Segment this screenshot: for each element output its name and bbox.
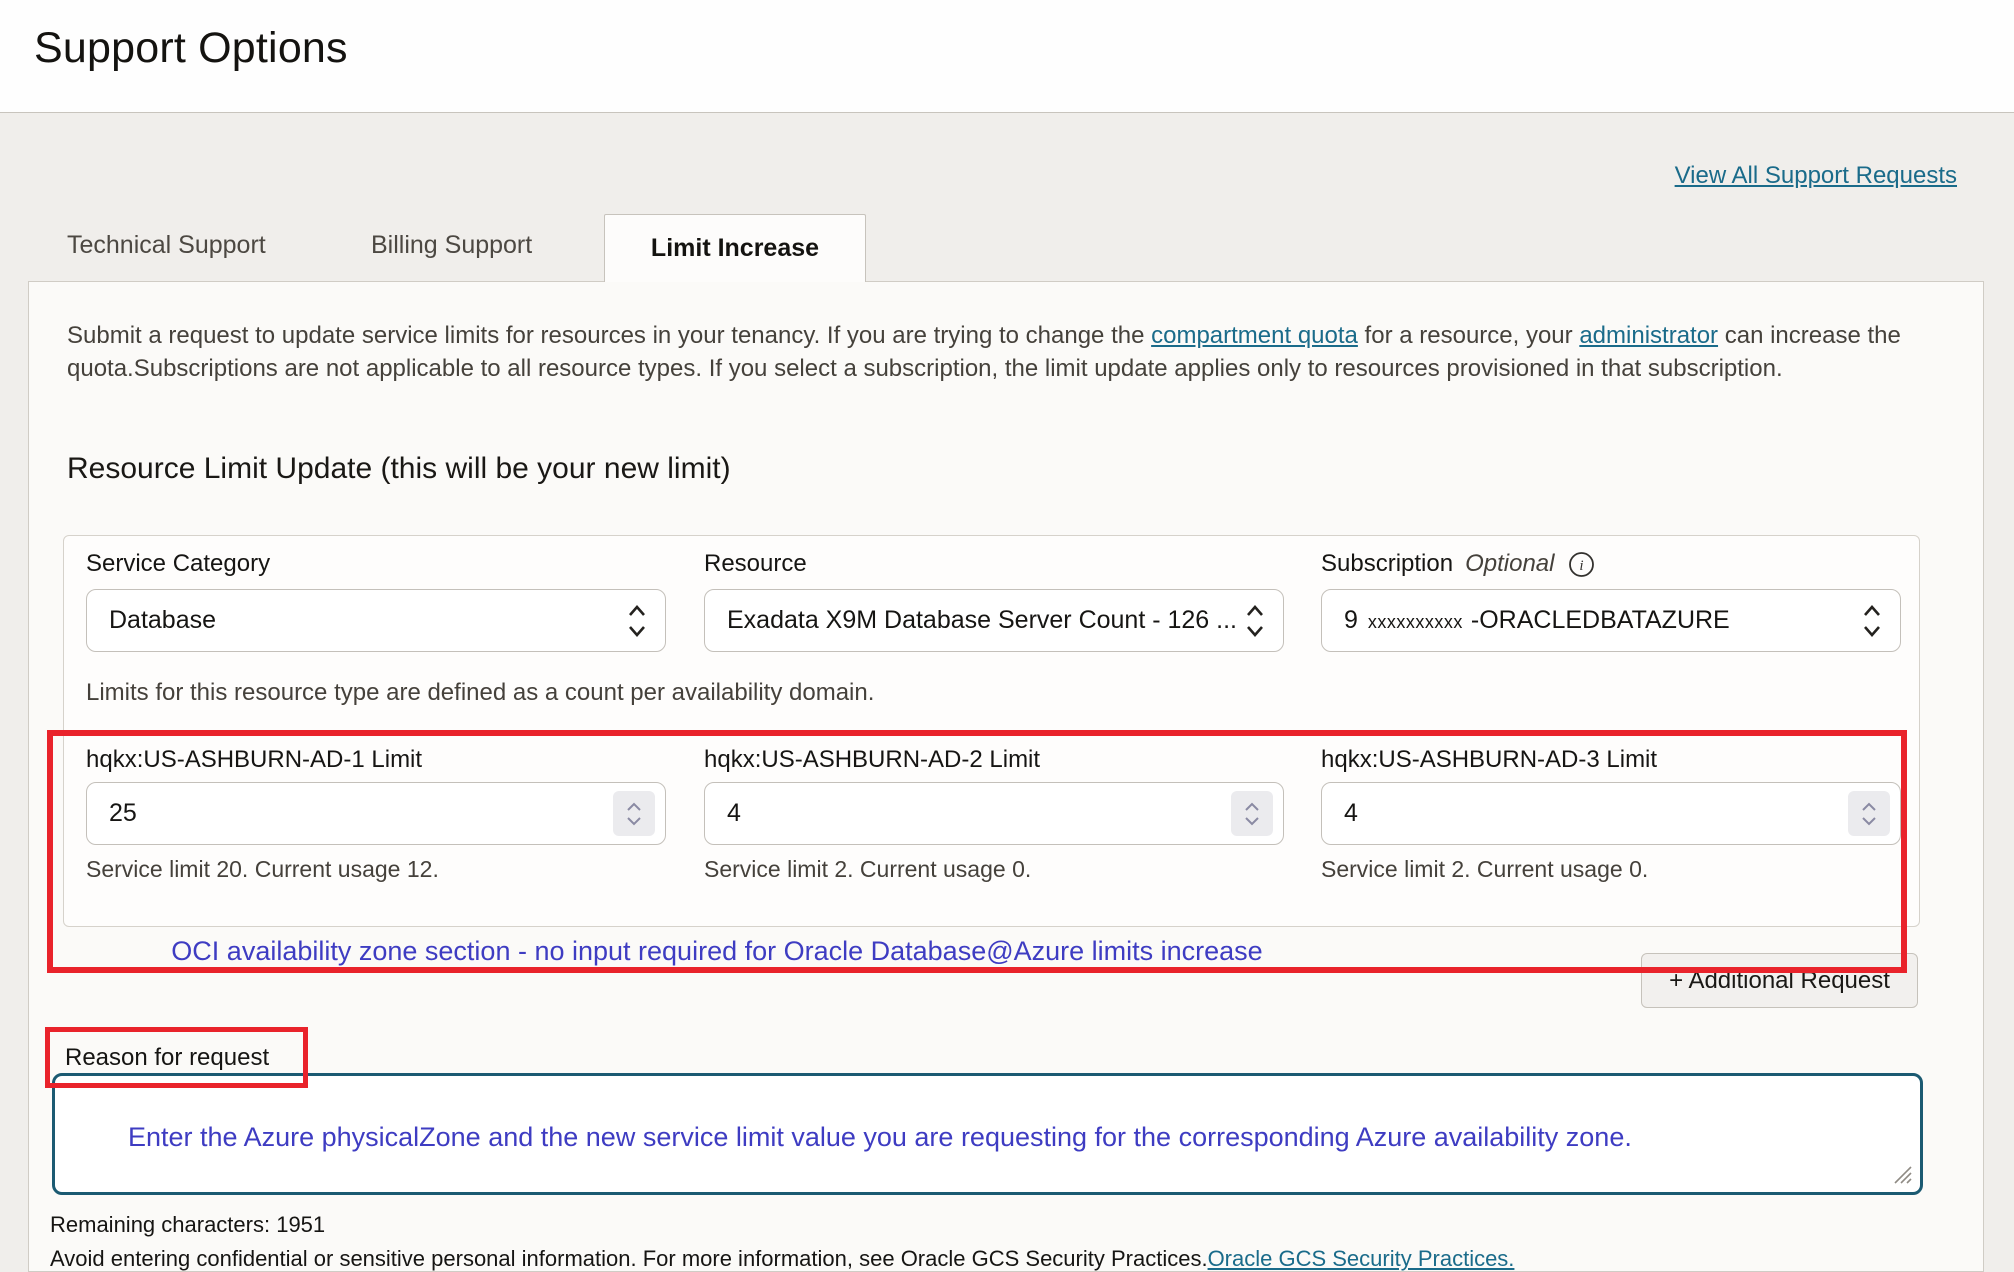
subscription-masked-id: xxxxxxxxxx (1358, 612, 1471, 632)
subscription-field: Subscription Optional i 9xxxxxxxxxx-ORAC… (1321, 550, 1901, 652)
subscription-select[interactable]: 9xxxxxxxxxx-ORACLEDBATAZURE (1321, 589, 1901, 652)
resource-value: Exadata X9M Database Server Count - 126 … (727, 606, 1245, 635)
svg-text:i: i (1580, 558, 1584, 574)
compartment-quota-link[interactable]: compartment quota (1151, 322, 1358, 349)
security-notice-text: Avoid entering confidential or sensitive… (50, 1246, 1208, 1271)
reason-textarea[interactable]: Enter the Azure physicalZone and the new… (55, 1076, 1920, 1192)
view-all-support-requests-link[interactable]: View All Support Requests (1675, 162, 1957, 190)
chevron-up-icon (1861, 802, 1877, 812)
gcs-security-practices-link[interactable]: Oracle GCS Security Practices. (1208, 1246, 1515, 1271)
intro-text-1: Submit a request to update service limit… (67, 322, 1151, 349)
ad1-limit-input[interactable]: 25 (86, 782, 666, 845)
administrator-link[interactable]: administrator (1579, 322, 1718, 349)
resource-field: Resource Exadata X9M Database Server Cou… (704, 550, 1284, 652)
subscription-label: Subscription (1321, 550, 1453, 578)
resource-limit-form: Service Category Database Resource Exada… (63, 535, 1920, 927)
chevron-down-icon (1861, 816, 1877, 826)
ad3-limit-help: Service limit 2. Current usage 0. (1321, 856, 1648, 883)
subscription-value: 9xxxxxxxxxx-ORACLEDBATAZURE (1344, 606, 1862, 635)
reason-textarea-wrap: Enter the Azure physicalZone and the new… (52, 1073, 1923, 1195)
subscription-optional-label: Optional (1465, 550, 1554, 578)
ad3-limit-value: 4 (1344, 799, 1848, 828)
ad1-limit-stepper[interactable] (613, 791, 655, 836)
resize-handle-icon[interactable] (1889, 1161, 1915, 1187)
ad2-limit-input[interactable]: 4 (704, 782, 1284, 845)
reason-for-request-label: Reason for request (65, 1044, 269, 1072)
resource-select[interactable]: Exadata X9M Database Server Count - 126 … (704, 589, 1284, 652)
remaining-characters: Remaining characters: 1951 (50, 1212, 325, 1238)
ad3-limit-input[interactable]: 4 (1321, 782, 1901, 845)
service-category-field: Service Category Database (86, 550, 666, 652)
additional-request-button[interactable]: + Additional Request (1641, 953, 1918, 1008)
support-options-page: Support Options View All Support Request… (0, 0, 2014, 1272)
chevron-down-icon (1244, 816, 1260, 826)
tab-limit-increase[interactable]: Limit Increase (604, 214, 866, 282)
ad2-limit-label: hqkx:US-ASHBURN-AD-2 Limit (704, 746, 1040, 774)
chevron-updown-icon (627, 604, 647, 638)
intro-text: Submit a request to update service limit… (67, 320, 1912, 385)
page-header: Support Options (0, 0, 2014, 113)
ad1-limit-label: hqkx:US-ASHBURN-AD-1 Limit (86, 746, 422, 774)
ad1-limit-value: 25 (109, 799, 613, 828)
chevron-updown-icon (1862, 604, 1882, 638)
ad2-limit-value: 4 (727, 799, 1231, 828)
resource-limit-update-heading: Resource Limit Update (this will be your… (67, 452, 731, 486)
chevron-updown-icon (1245, 604, 1265, 638)
resource-label: Resource (704, 550, 1284, 578)
tab-billing-support[interactable]: Billing Support (371, 231, 532, 260)
service-category-select[interactable]: Database (86, 589, 666, 652)
ad3-limit-label: hqkx:US-ASHBURN-AD-3 Limit (1321, 746, 1657, 774)
limits-note: Limits for this resource type are define… (86, 679, 874, 707)
intro-text-2: for a resource, your (1358, 322, 1579, 349)
page-title: Support Options (34, 24, 348, 73)
ad2-limit-help: Service limit 2. Current usage 0. (704, 856, 1031, 883)
chevron-up-icon (1244, 802, 1260, 812)
info-icon[interactable]: i (1568, 551, 1595, 578)
ad3-limit-stepper[interactable] (1848, 791, 1890, 836)
tab-technical-support[interactable]: Technical Support (67, 231, 266, 260)
ad1-limit-help: Service limit 20. Current usage 12. (86, 856, 439, 883)
service-category-value: Database (109, 606, 627, 635)
security-notice: Avoid entering confidential or sensitive… (50, 1246, 1514, 1272)
chevron-up-icon (626, 802, 642, 812)
service-category-label: Service Category (86, 550, 666, 578)
chevron-down-icon (626, 816, 642, 826)
ad2-limit-stepper[interactable] (1231, 791, 1273, 836)
azure-zone-annotation: OCI availability zone section - no input… (67, 936, 1367, 967)
